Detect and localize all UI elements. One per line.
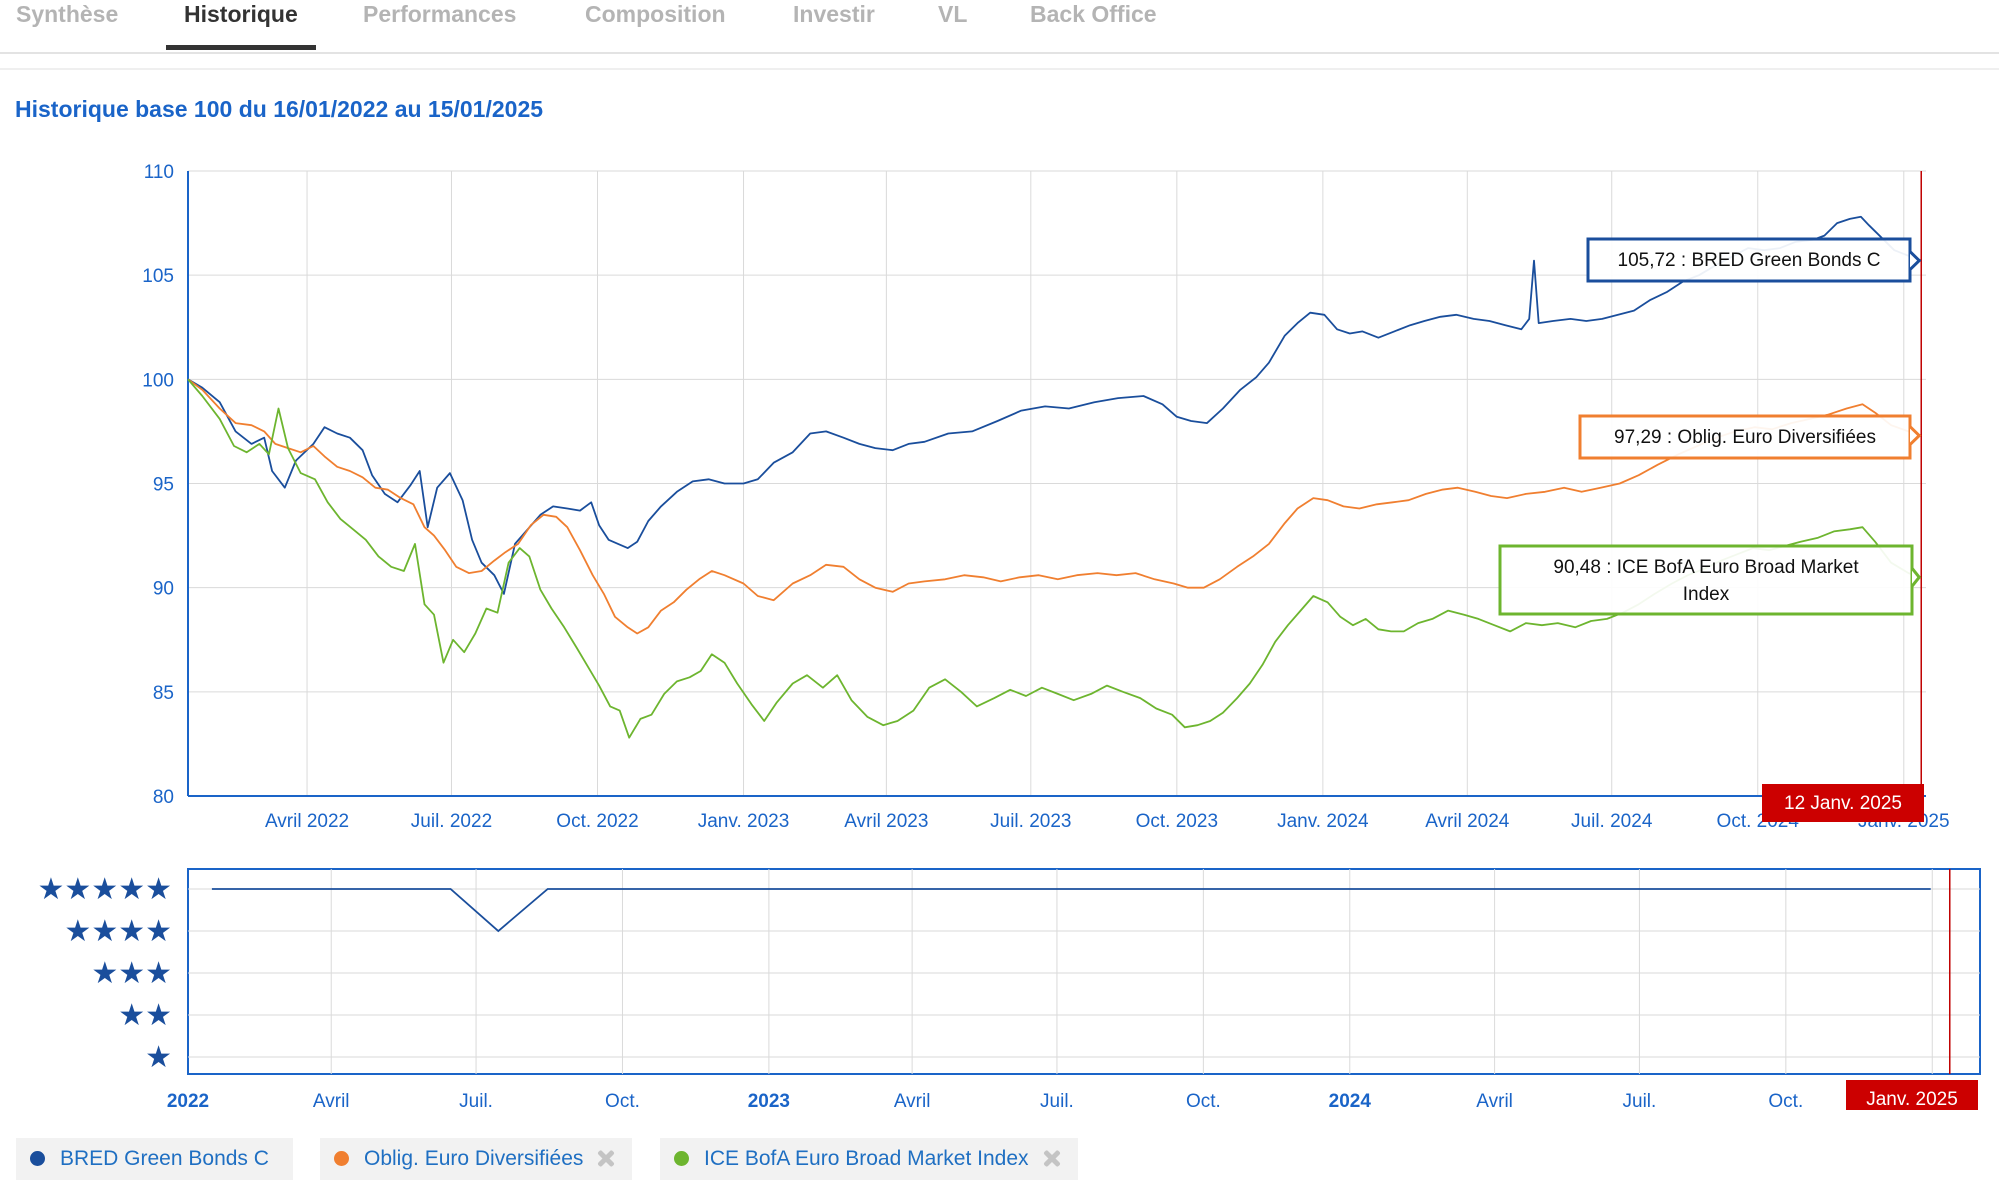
y-tick-label: 90 (153, 579, 174, 600)
x-tick-label: Oct. (1186, 1091, 1221, 1110)
x-tick-label: Oct. 2023 (1136, 811, 1218, 832)
tab-synthese[interactable]: Synthèse (16, 0, 118, 50)
tooltip-text-line: 90,48 : ICE BofA Euro Broad Market (1553, 557, 1859, 578)
x-tick-label: Juil. 2024 (1571, 811, 1653, 832)
legend-item-oblig[interactable]: Oblig. Euro Diversifiées (320, 1138, 632, 1180)
tooltip-pointer (1908, 250, 1922, 271)
x-tick-label: Avril (894, 1091, 931, 1110)
legend-dot (334, 1151, 349, 1166)
x-tick-label: Oct. (1768, 1091, 1803, 1110)
history-chart[interactable]: 110 105 100 95 90 85 80 Avril 2022 Juil. 2022 Oct… (0, 140, 1999, 840)
legend-item-bred[interactable]: BRED Green Bonds C (16, 1138, 293, 1180)
remove-series-icon[interactable] (1043, 1149, 1061, 1167)
tab-performances[interactable]: Performances (363, 0, 516, 50)
star-rating-label: ★ (145, 1041, 172, 1074)
rating-chart[interactable]: ★★★★★★★★★★★★★★★2022 Avril Juil. Oct. 2023 Avr… (0, 860, 1999, 1110)
chart-title: Historique base 100 du 16/01/2022 au 15/… (15, 96, 544, 122)
y-tick-label: 80 (153, 787, 174, 808)
legend-label: Oblig. Euro Diversifiées (364, 1147, 584, 1170)
crosshair-label: Janv. 2025 (1866, 1089, 1958, 1110)
rating-line-0 (211, 888, 1931, 933)
tooltip-text: 105,72 : BRED Green Bonds C (1618, 250, 1881, 271)
x-tick-label: Juil. (459, 1091, 493, 1110)
star-rating-label: ★★ (118, 999, 172, 1032)
y-tick-label: 100 (142, 370, 174, 391)
tab-bar: Synthèse Historique Performances Composi… (0, 0, 1999, 54)
y-tick-label: 95 (153, 475, 174, 496)
x-tick-label: Juil. 2022 (411, 811, 492, 832)
legend-dot (674, 1151, 689, 1166)
section-divider (0, 68, 1999, 70)
x-tick-label: Avril 2022 (265, 811, 349, 832)
star-rating-label: ★★★★★ (38, 873, 172, 906)
tooltip-text-line: Index (1683, 584, 1730, 605)
x-tick-label: Juil. 2023 (990, 811, 1071, 832)
x-tick-label: Avril 2023 (844, 811, 928, 832)
tab-composition[interactable]: Composition (585, 0, 726, 50)
tab-investir[interactable]: Investir (793, 0, 875, 50)
legend-label: ICE BofA Euro Broad Market Index (704, 1147, 1029, 1170)
star-rating-label: ★★★★ (64, 915, 172, 948)
tooltip-text: 97,29 : Oblig. Euro Diversifiées (1614, 427, 1876, 448)
x-tick-label: 2024 (1329, 1091, 1372, 1110)
rating-frame (187, 868, 1981, 1075)
legend-item-ice[interactable]: ICE BofA Euro Broad Market Index (660, 1138, 1078, 1180)
x-tick-label: Avril (313, 1091, 350, 1110)
x-tick-label: Janv. 2023 (698, 811, 790, 832)
tab-vl[interactable]: VL (938, 0, 967, 50)
tab-historique[interactable]: Historique (166, 0, 316, 50)
y-tick-label: 110 (144, 162, 174, 183)
x-tick-label: 2023 (748, 1091, 790, 1110)
x-tick-label: Janv. 2024 (1277, 811, 1369, 832)
tooltip-pointer (1908, 425, 1922, 446)
star-rating-label: ★★★ (91, 957, 172, 990)
crosshair-label: 12 Janv. 2025 (1784, 793, 1902, 814)
x-tick-label: Juil. (1623, 1091, 1657, 1110)
x-tick-label: 2022 (167, 1091, 209, 1110)
tab-back-office[interactable]: Back Office (1030, 0, 1157, 50)
x-tick-label: Avril (1476, 1091, 1513, 1110)
x-tick-label: Oct. (605, 1091, 640, 1110)
legend-dot (30, 1151, 45, 1166)
y-tick-label: 105 (142, 266, 174, 287)
y-tick-label: 85 (153, 683, 174, 704)
x-tick-label: Oct. 2022 (556, 811, 638, 832)
legend-label: BRED Green Bonds C (60, 1147, 269, 1170)
remove-series-icon[interactable] (597, 1149, 615, 1167)
tooltip-pointer (1910, 567, 1922, 588)
x-tick-label: Juil. (1040, 1091, 1074, 1110)
x-tick-label: Avril 2024 (1425, 811, 1510, 832)
